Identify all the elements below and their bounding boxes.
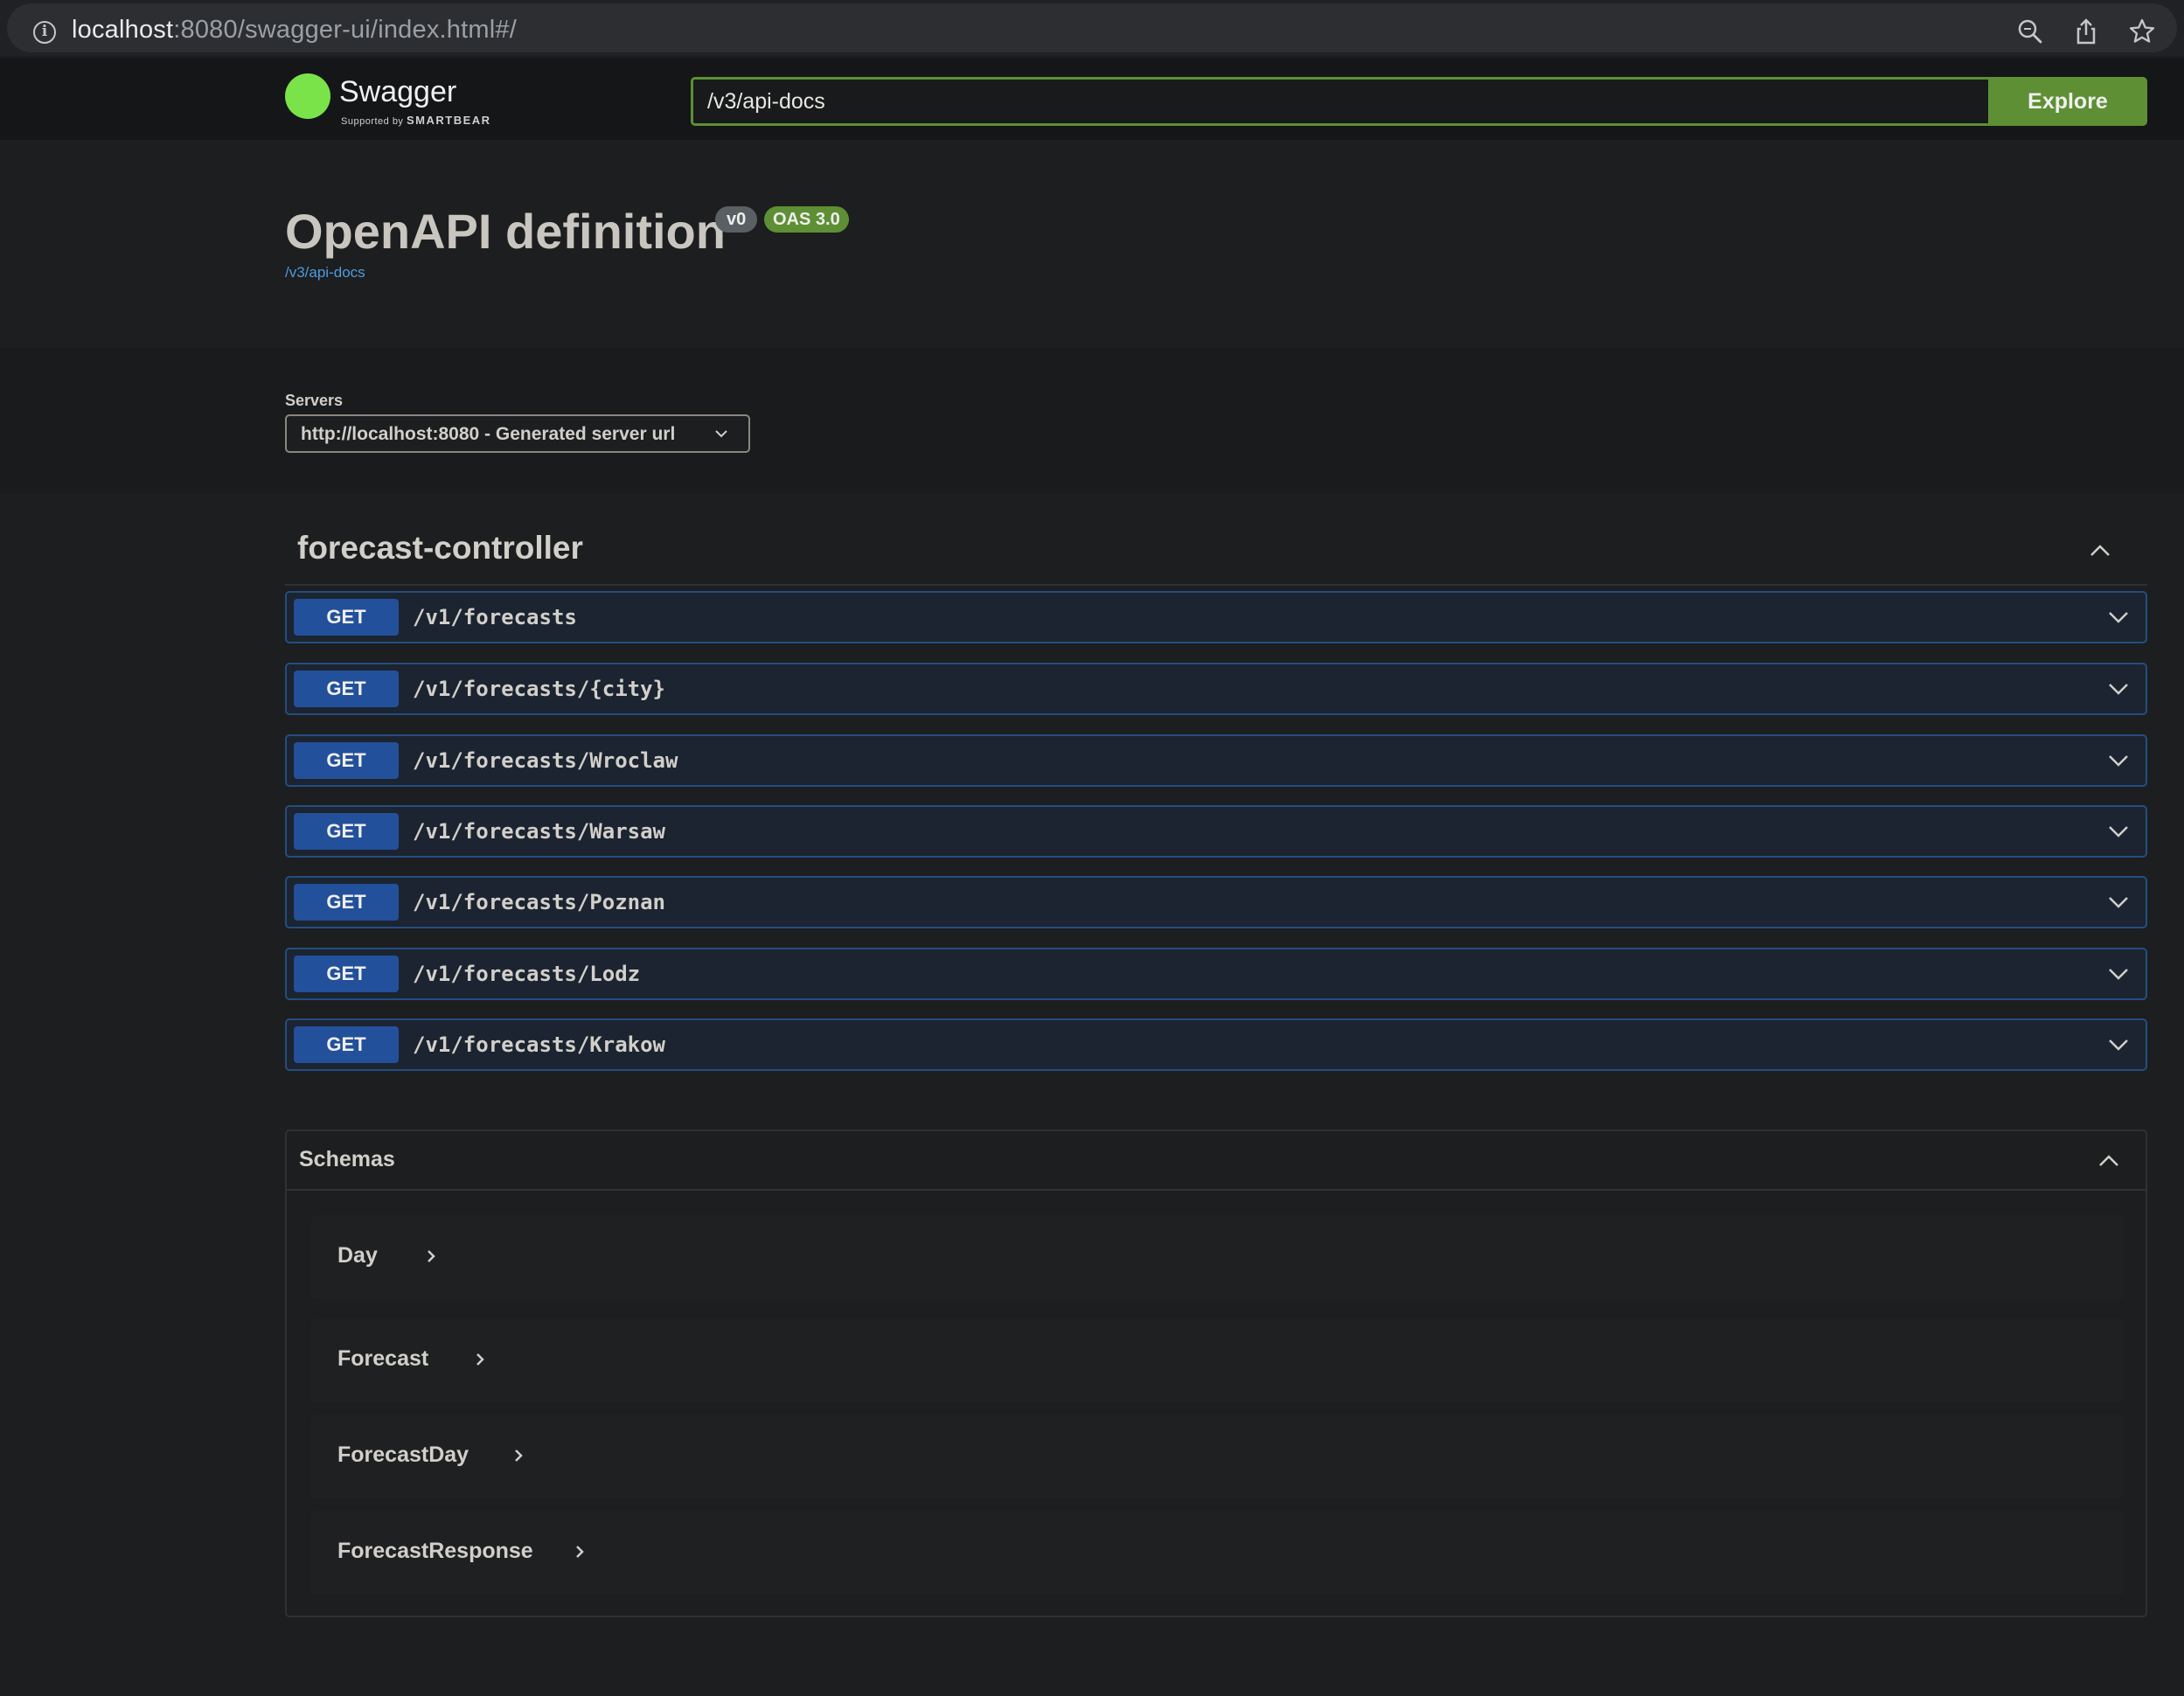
spec-url-input[interactable] — [691, 77, 1990, 126]
logo-sub-prefix: Supported by — [341, 116, 404, 127]
schema-model-name: ForecastResponse — [337, 1539, 533, 1563]
schema-model-name: Day — [337, 1243, 378, 1268]
method-badge: GET — [294, 671, 399, 707]
explore-button[interactable]: Explore — [1988, 77, 2147, 126]
browser-toolbar: i localhost:8080/swagger-ui/index.html#/ — [0, 0, 2184, 56]
swagger-logo-icon[interactable] — [285, 73, 330, 119]
zoom-icon[interactable] — [2016, 17, 2044, 45]
chevron-down-icon[interactable] — [2105, 961, 2132, 987]
operation-path: /v1/forecasts — [413, 605, 577, 629]
operation-path: /v1/forecasts/Poznan — [413, 890, 665, 914]
address-bar[interactable]: i localhost:8080/swagger-ui/index.html#/ — [7, 3, 2177, 52]
schema-model-name: ForecastDay — [337, 1442, 469, 1467]
operation-path: /v1/forecasts/{city} — [413, 677, 665, 701]
chevron-down-icon — [712, 424, 731, 443]
url-text[interactable]: localhost:8080/swagger-ui/index.html#/ — [72, 16, 517, 45]
method-badge: GET — [294, 884, 399, 921]
operation-row[interactable]: GET /v1/forecasts — [285, 591, 2147, 643]
method-badge: GET — [294, 813, 399, 850]
chevron-down-icon[interactable] — [2105, 1032, 2132, 1058]
schema-model[interactable]: ForecastDay — [311, 1414, 2125, 1498]
servers-select[interactable]: http://localhost:8080 - Generated server… — [285, 414, 750, 453]
collapse-chevron-up-icon[interactable] — [2095, 1147, 2123, 1175]
version-badge: v0 — [715, 206, 758, 233]
method-badge: GET — [294, 742, 399, 779]
site-info-icon[interactable]: i — [33, 21, 56, 44]
swagger-logo-subtitle: Supported by SMARTBEAR — [341, 114, 491, 127]
schema-model-name: Forecast — [337, 1346, 429, 1371]
url-path: :8080/swagger-ui/index.html#/ — [173, 16, 517, 44]
servers-selected-value: http://localhost:8080 - Generated server… — [301, 424, 676, 444]
schemas-header[interactable]: Schemas — [287, 1131, 2146, 1191]
page-title: OpenAPI definition — [285, 204, 726, 259]
swagger-logo-text[interactable]: Swagger — [339, 75, 456, 109]
operation-row[interactable]: GET /v1/forecasts/Poznan — [285, 876, 2147, 928]
tag-title[interactable]: forecast-controller — [297, 530, 583, 566]
chevron-down-icon[interactable] — [2105, 818, 2132, 845]
swagger-topbar: Swagger Supported by SMARTBEAR Explore — [0, 58, 2184, 140]
operation-path: /v1/forecasts/Wroclaw — [413, 748, 678, 773]
chevron-right-icon — [421, 1247, 441, 1266]
operation-path: /v1/forecasts/Krakow — [413, 1032, 665, 1057]
schema-model[interactable]: Forecast — [311, 1318, 2125, 1402]
method-badge: GET — [294, 599, 399, 636]
url-host: localhost — [72, 16, 174, 44]
chevron-right-icon — [570, 1542, 589, 1561]
chevron-down-icon[interactable] — [2105, 747, 2132, 774]
chevron-down-icon[interactable] — [2105, 889, 2132, 915]
operation-path: /v1/forecasts/Warsaw — [413, 819, 665, 844]
oas-badge: OAS 3.0 — [764, 206, 849, 233]
logo-sub-brand: SMARTBEAR — [407, 114, 491, 127]
chevron-down-icon[interactable] — [2105, 676, 2132, 702]
chevron-down-icon[interactable] — [2105, 604, 2132, 630]
schemas-title: Schemas — [299, 1147, 395, 1171]
servers-label: Servers — [285, 392, 344, 409]
collapse-chevron-up-icon[interactable] — [2086, 537, 2114, 565]
bookmark-star-icon[interactable] — [2128, 17, 2156, 45]
servers-section: Servers http://localhost:8080 - Generate… — [0, 348, 2184, 493]
method-badge: GET — [294, 1026, 399, 1063]
operation-path: /v1/forecasts/Lodz — [413, 962, 641, 986]
spec-url-link[interactable]: /v3/api-docs — [285, 264, 365, 282]
schemas-section: Schemas Day Forecast ForecastDay Forecas… — [285, 1130, 2147, 1617]
tag-divider — [285, 584, 2147, 586]
schema-model[interactable]: Day — [311, 1215, 2125, 1299]
chevron-right-icon — [470, 1350, 490, 1369]
chevron-right-icon — [509, 1446, 528, 1465]
schema-model[interactable]: ForecastResponse — [311, 1511, 2125, 1595]
method-badge: GET — [294, 956, 399, 992]
operation-row[interactable]: GET /v1/forecasts/{city} — [285, 663, 2147, 715]
operation-row[interactable]: GET /v1/forecasts/Lodz — [285, 948, 2147, 1000]
operation-row[interactable]: GET /v1/forecasts/Krakow — [285, 1018, 2147, 1071]
operation-row[interactable]: GET /v1/forecasts/Wroclaw — [285, 734, 2147, 787]
share-icon[interactable] — [2072, 17, 2100, 45]
operation-row[interactable]: GET /v1/forecasts/Warsaw — [285, 805, 2147, 858]
